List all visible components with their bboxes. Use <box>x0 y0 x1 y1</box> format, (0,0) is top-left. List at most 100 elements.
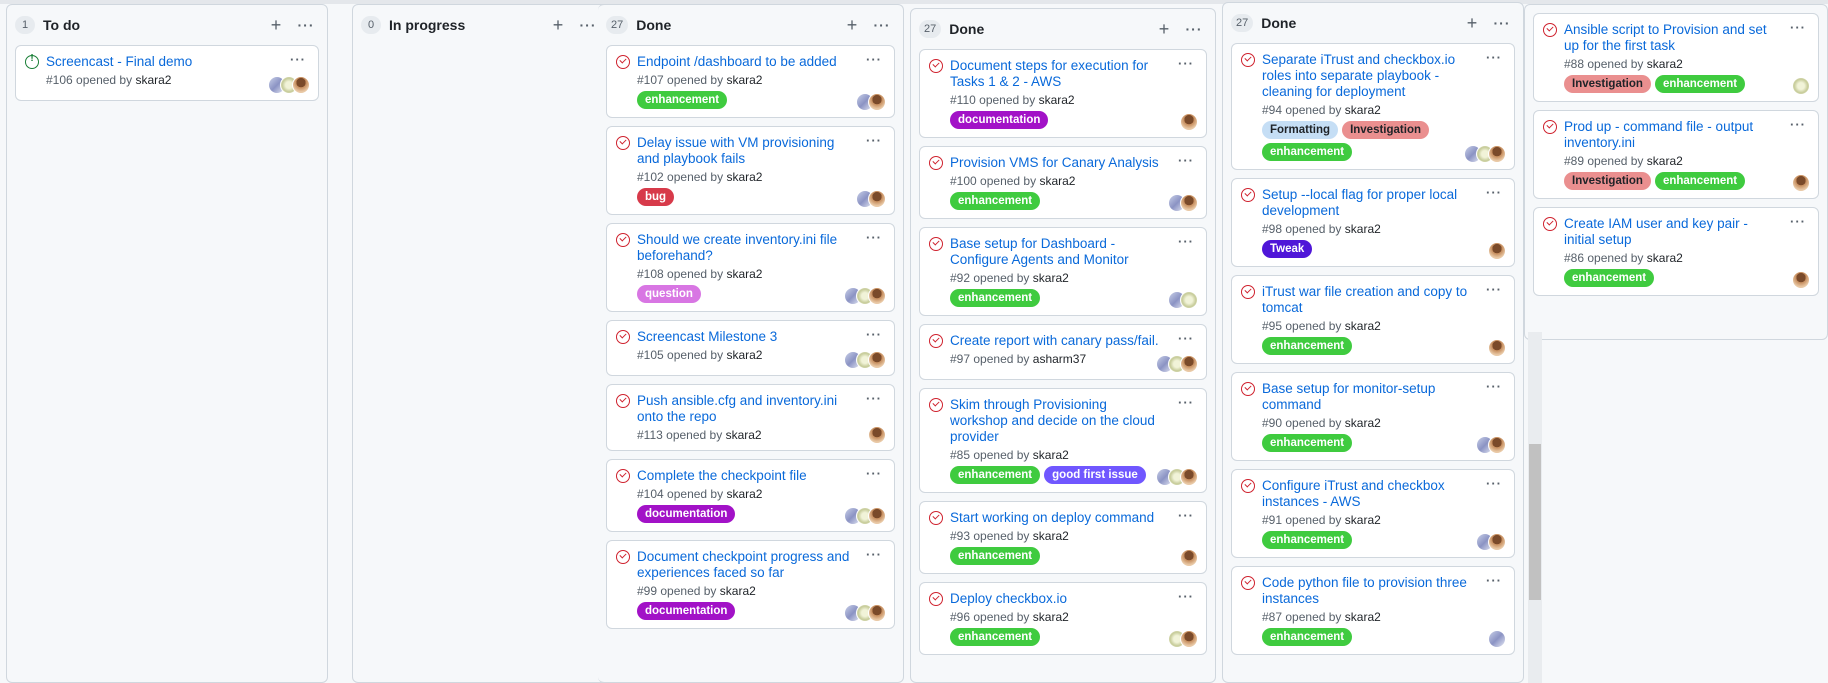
issue-title-link[interactable]: Separate iTrust and checkbox.io roles in… <box>1262 52 1474 100</box>
board-scrollbar[interactable] <box>1528 332 1542 683</box>
issue-card[interactable]: Skim through Provisioning workshop and d… <box>919 388 1207 493</box>
issue-label[interactable]: bug <box>637 188 675 206</box>
issue-author-link[interactable]: skara2 <box>720 584 756 598</box>
issue-title-link[interactable]: Delay issue with VM provisioning and pla… <box>637 135 854 167</box>
issue-title-link[interactable]: Push ansible.cfg and inventory.ini onto … <box>637 393 854 425</box>
avatar[interactable] <box>868 507 886 525</box>
issue-author-link[interactable]: skara2 <box>726 267 762 281</box>
issue-title-link[interactable]: Configure iTrust and checkbox instances … <box>1262 478 1474 510</box>
card-menu-icon[interactable]: ··· <box>866 327 882 342</box>
card-menu-icon[interactable]: ··· <box>866 466 882 481</box>
issue-card[interactable]: Provision VMS for Canary Analysis #100 op… <box>919 146 1207 219</box>
issue-card[interactable]: Document steps for execution for Tasks 1… <box>919 49 1207 138</box>
issue-title-link[interactable]: Setup --local flag for proper local deve… <box>1262 187 1474 219</box>
issue-card[interactable]: Start working on deploy command #93 opene… <box>919 501 1207 574</box>
issue-author-link[interactable]: skara2 <box>726 348 762 362</box>
add-card-icon[interactable]: + <box>265 15 287 36</box>
issue-author-link[interactable]: skara2 <box>1345 319 1381 333</box>
issue-label[interactable]: good first issue <box>1044 466 1146 484</box>
issue-label[interactable]: enhancement <box>1262 337 1353 355</box>
card-menu-icon[interactable]: ··· <box>1178 56 1194 71</box>
issue-label[interactable]: enhancement <box>1564 269 1655 287</box>
issue-label[interactable]: enhancement <box>1654 75 1746 93</box>
issue-card[interactable]: Separate iTrust and checkbox.io roles in… <box>1231 43 1515 170</box>
issue-card[interactable]: Screencast Milestone 3 #105 opened by ska… <box>606 320 895 376</box>
issue-author-link[interactable]: skara2 <box>726 487 762 501</box>
card-menu-icon[interactable]: ··· <box>866 52 882 67</box>
issue-author-link[interactable]: skara2 <box>1345 222 1381 236</box>
issue-author-link[interactable]: skara2 <box>1647 57 1683 71</box>
issue-card[interactable]: Endpoint /dashboard to be added #107 open… <box>606 45 895 118</box>
issue-title-link[interactable]: Prod up - command file - output inventor… <box>1564 119 1778 151</box>
issue-title-link[interactable]: Screencast Milestone 3 <box>637 329 854 345</box>
issue-author-link[interactable]: skara2 <box>1033 271 1069 285</box>
issue-author-link[interactable]: skara2 <box>1647 251 1683 265</box>
issue-title-link[interactable]: iTrust war file creation and copy to tom… <box>1262 284 1474 316</box>
issue-card[interactable]: iTrust war file creation and copy to tom… <box>1231 275 1515 364</box>
issue-title-link[interactable]: Base setup for Dashboard - Configure Age… <box>950 236 1166 268</box>
avatar[interactable] <box>868 351 886 369</box>
card-menu-icon[interactable]: ··· <box>1486 185 1502 200</box>
issue-title-link[interactable]: Skim through Provisioning workshop and d… <box>950 397 1166 445</box>
avatar[interactable] <box>1180 630 1198 648</box>
issue-author-link[interactable]: skara2 <box>726 170 762 184</box>
issue-title-link[interactable]: Deploy checkbox.io <box>950 591 1166 607</box>
issue-title-link[interactable]: Endpoint /dashboard to be added <box>637 54 854 70</box>
issue-card[interactable]: Ansible script to Provision and set up f… <box>1533 13 1819 102</box>
issue-card[interactable]: Setup --local flag for proper local deve… <box>1231 178 1515 267</box>
add-card-icon[interactable]: + <box>547 15 569 36</box>
issue-title-link[interactable]: Document steps for execution for Tasks 1… <box>950 58 1166 90</box>
issue-label[interactable]: documentation <box>637 505 736 523</box>
issue-card[interactable]: Document checkpoint progress and experie… <box>606 540 895 629</box>
add-card-icon[interactable]: + <box>1461 13 1483 34</box>
issue-title-link[interactable]: Ansible script to Provision and set up f… <box>1564 22 1778 54</box>
issue-title-link[interactable]: Provision VMS for Canary Analysis <box>950 155 1166 171</box>
card-menu-icon[interactable]: ··· <box>1486 573 1502 588</box>
add-card-icon[interactable]: + <box>1153 19 1175 40</box>
card-menu-icon[interactable]: ··· <box>1790 214 1806 229</box>
issue-label[interactable]: enhancement <box>950 192 1041 210</box>
issue-author-link[interactable]: skara2 <box>1039 93 1075 107</box>
issue-author-link[interactable]: skara2 <box>1033 610 1069 624</box>
issue-author-link[interactable]: skara2 <box>1033 529 1069 543</box>
issue-title-link[interactable]: Create report with canary pass/fail. <box>950 333 1166 349</box>
issue-author-link[interactable]: skara2 <box>1039 174 1075 188</box>
issue-card[interactable]: Create report with canary pass/fail. #97 … <box>919 324 1207 380</box>
card-menu-icon[interactable]: ··· <box>1178 589 1194 604</box>
issue-author-link[interactable]: skara2 <box>726 428 762 442</box>
issue-card[interactable]: Base setup for Dashboard - Configure Age… <box>919 227 1207 316</box>
issue-label[interactable]: Tweak <box>1262 240 1313 258</box>
issue-label[interactable]: enhancement <box>1262 531 1353 549</box>
issue-card[interactable]: Push ansible.cfg and inventory.ini onto … <box>606 384 895 451</box>
card-menu-icon[interactable]: ··· <box>1486 50 1502 65</box>
issue-card[interactable]: Code python file to provision three inst… <box>1231 566 1515 655</box>
issue-card[interactable]: Prod up - command file - output inventor… <box>1533 110 1819 199</box>
card-menu-icon[interactable]: ··· <box>866 391 882 406</box>
avatar[interactable] <box>1488 145 1506 163</box>
avatar[interactable] <box>868 190 886 208</box>
issue-label[interactable]: enhancement <box>1262 628 1353 646</box>
avatar[interactable] <box>1180 355 1198 373</box>
card-menu-icon[interactable]: ··· <box>1178 153 1194 168</box>
column-menu-icon[interactable]: ··· <box>871 17 893 33</box>
issue-title-link[interactable]: Screencast - Final demo <box>46 54 278 70</box>
issue-label[interactable]: enhancement <box>1262 434 1353 452</box>
issue-author-link[interactable]: skara2 <box>135 73 171 87</box>
avatar[interactable] <box>1488 436 1506 454</box>
avatar[interactable] <box>1180 291 1198 309</box>
avatar[interactable] <box>1488 339 1506 357</box>
issue-label[interactable]: enhancement <box>950 289 1041 307</box>
card-menu-icon[interactable]: ··· <box>1790 20 1806 35</box>
card-menu-icon[interactable]: ··· <box>1486 476 1502 491</box>
issue-card[interactable]: Complete the checkpoint file #104 opened … <box>606 459 895 532</box>
avatar[interactable] <box>1180 113 1198 131</box>
card-menu-icon[interactable]: ··· <box>866 133 882 148</box>
issue-title-link[interactable]: Complete the checkpoint file <box>637 468 854 484</box>
avatar[interactable] <box>1180 194 1198 212</box>
issue-title-link[interactable]: Code python file to provision three inst… <box>1262 575 1474 607</box>
avatar[interactable] <box>1488 533 1506 551</box>
issue-card[interactable]: Delay issue with VM provisioning and pla… <box>606 126 895 215</box>
issue-author-link[interactable]: skara2 <box>1345 416 1381 430</box>
issue-author-link[interactable]: skara2 <box>1345 103 1381 117</box>
issue-author-link[interactable]: skara2 <box>1033 448 1069 462</box>
